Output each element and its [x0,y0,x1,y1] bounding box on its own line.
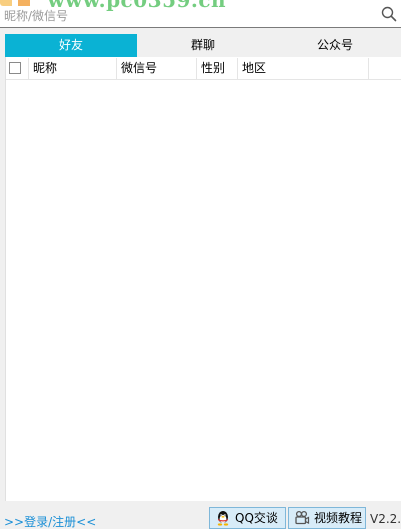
tab-bar: 好友 群聊 公众号 [5,34,401,57]
qq-chat-label: QQ交谈 [235,511,278,525]
qq-penguin-icon [217,511,229,526]
video-camera-icon [295,510,310,525]
select-all-checkbox[interactable] [9,62,21,74]
tab-groups[interactable]: 群聊 [137,34,269,57]
column-header-gender[interactable]: 性别 [197,58,238,79]
header-select-all [6,58,29,79]
table-header: 昵称 微信号 性别 地区 [6,58,401,80]
search-input[interactable] [4,7,374,25]
login-register-link[interactable]: >>登录/注册<< [4,513,96,529]
column-header-region[interactable]: 地区 [238,58,369,79]
search-icon[interactable] [381,6,397,22]
search-bar: www.pc0359.cn [0,0,401,28]
contact-table: 昵称 微信号 性别 地区 [5,57,401,501]
video-tutorial-button[interactable]: 视频教程 [288,507,366,529]
version-label: V2.2.4 [370,512,401,526]
footer-bar: >>登录/注册<< QQ交谈 视频教程 V2.2. [0,501,401,529]
video-tutorial-label: 视频教程 [314,511,363,525]
tab-official-accounts[interactable]: 公众号 [269,34,401,57]
qq-chat-button[interactable]: QQ交谈 [209,507,286,529]
tab-friends[interactable]: 好友 [5,34,137,57]
column-header-nickname[interactable]: 昵称 [29,58,117,79]
column-header-filler [369,58,401,79]
column-header-wechat-id[interactable]: 微信号 [117,58,197,79]
app-window: www.pc0359.cn 好友 群聊 公众号 昵称 微信号 性别 地区 >>登… [0,0,401,529]
watermark-logo-icon [0,0,40,6]
